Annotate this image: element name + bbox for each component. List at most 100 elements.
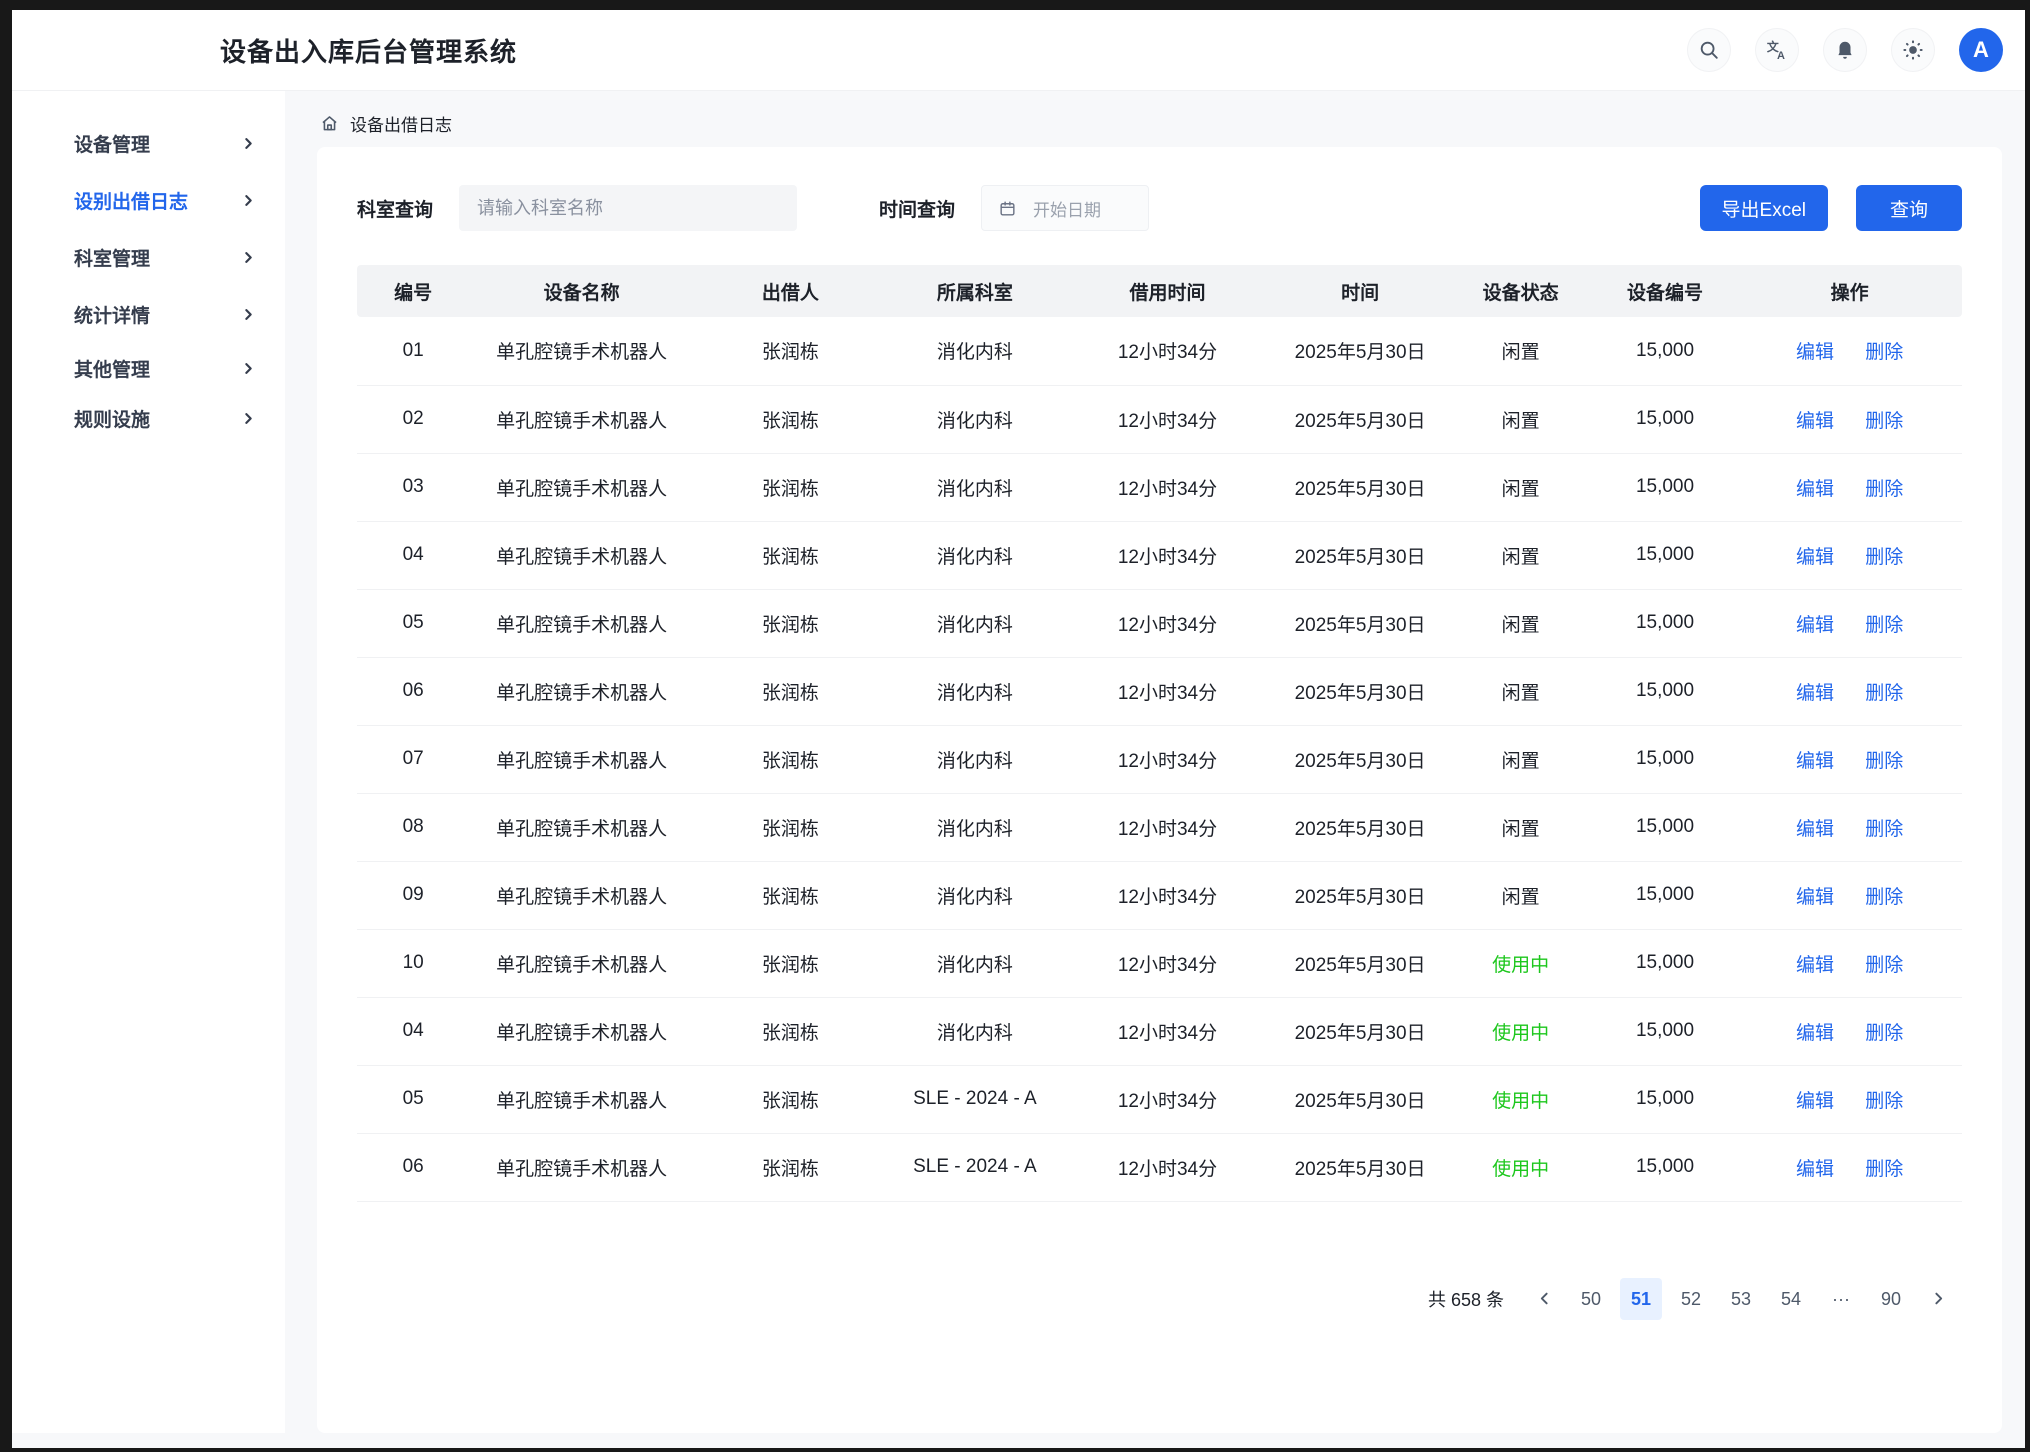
sidebar-item-device-management[interactable]: 设备管理 bbox=[12, 115, 285, 172]
cell-time: 2025年5月30日 bbox=[1272, 1133, 1449, 1201]
cell-borrower: 张润栋 bbox=[694, 385, 887, 453]
delete-link[interactable]: 删除 bbox=[1865, 479, 1903, 500]
edit-link[interactable]: 编辑 bbox=[1796, 1091, 1834, 1112]
cell-device-name: 单孔腔镜手术机器人 bbox=[469, 725, 694, 793]
cell-no: 08 bbox=[357, 793, 469, 861]
translate-icon: 文A bbox=[1766, 39, 1788, 61]
search-button[interactable] bbox=[1687, 28, 1731, 72]
page-button[interactable]: 54 bbox=[1770, 1278, 1812, 1320]
page-button[interactable]: 52 bbox=[1670, 1278, 1712, 1320]
delete-link[interactable]: 删除 bbox=[1865, 1159, 1903, 1180]
cell-borrow-duration: 12小时34分 bbox=[1063, 521, 1272, 589]
brightness-button[interactable] bbox=[1891, 28, 1935, 72]
main-content: 设备出借日志 科室查询 时间查询 开始日期 导出Excel bbox=[285, 91, 2025, 1433]
breadcrumb[interactable]: 设备出借日志 bbox=[317, 99, 2002, 147]
cell-device-no: 15,000 bbox=[1593, 521, 1737, 589]
cell-device-name: 单孔腔镜手术机器人 bbox=[469, 453, 694, 521]
delete-link[interactable]: 删除 bbox=[1865, 411, 1903, 432]
table-body: 01 单孔腔镜手术机器人 张润栋 消化内科 12小时34分 2025年5月30日… bbox=[357, 317, 1962, 1201]
user-avatar[interactable]: A bbox=[1959, 28, 2003, 72]
page-button[interactable]: 50 bbox=[1570, 1278, 1612, 1320]
edit-link[interactable]: 编辑 bbox=[1796, 751, 1834, 772]
notification-button[interactable] bbox=[1823, 28, 1867, 72]
next-page-button[interactable] bbox=[1920, 1279, 1956, 1319]
page-button[interactable]: 53 bbox=[1720, 1278, 1762, 1320]
delete-link[interactable]: 删除 bbox=[1865, 887, 1903, 908]
cell-device-name: 单孔腔镜手术机器人 bbox=[469, 521, 694, 589]
table-row: 03 单孔腔镜手术机器人 张润栋 消化内科 12小时34分 2025年5月30日… bbox=[357, 453, 1962, 521]
cell-device-name: 单孔腔镜手术机器人 bbox=[469, 793, 694, 861]
cell-device-name: 单孔腔镜手术机器人 bbox=[469, 589, 694, 657]
delete-link[interactable]: 删除 bbox=[1865, 615, 1903, 636]
delete-link[interactable]: 删除 bbox=[1865, 547, 1903, 568]
edit-link[interactable]: 编辑 bbox=[1796, 955, 1834, 976]
cell-borrow-duration: 12小时34分 bbox=[1063, 453, 1272, 521]
query-button[interactable]: 查询 bbox=[1856, 185, 1962, 231]
cell-device-no: 15,000 bbox=[1593, 385, 1737, 453]
cell-borrow-duration: 12小时34分 bbox=[1063, 657, 1272, 725]
cell-department: 消化内科 bbox=[887, 793, 1064, 861]
cell-borrower: 张润栋 bbox=[694, 453, 887, 521]
svg-text:A: A bbox=[1777, 50, 1785, 61]
col-header-device-no: 设备编号 bbox=[1593, 265, 1737, 317]
cell-time: 2025年5月30日 bbox=[1272, 453, 1449, 521]
cell-device-name: 单孔腔镜手术机器人 bbox=[469, 317, 694, 385]
cell-department: SLE - 2024 - A bbox=[887, 1133, 1064, 1201]
edit-link[interactable]: 编辑 bbox=[1796, 887, 1834, 908]
sidebar-item-lending-log[interactable]: 设别出借日志 bbox=[12, 172, 285, 229]
cell-borrower: 张润栋 bbox=[694, 317, 887, 385]
cell-department: 消化内科 bbox=[887, 657, 1064, 725]
cell-borrow-duration: 12小时34分 bbox=[1063, 793, 1272, 861]
top-header: 设备出入库后台管理系统 文A A bbox=[12, 10, 2025, 91]
page-button[interactable]: 90 bbox=[1870, 1278, 1912, 1320]
sidebar-item-rule-settings[interactable]: 规则设施 bbox=[12, 393, 285, 443]
cell-device-name: 单孔腔镜手术机器人 bbox=[469, 1065, 694, 1133]
export-excel-button[interactable]: 导出Excel bbox=[1700, 185, 1828, 231]
cell-device-status: 使用中 bbox=[1448, 1065, 1592, 1133]
delete-link[interactable]: 删除 bbox=[1865, 342, 1903, 363]
sidebar-item-department-management[interactable]: 科室管理 bbox=[12, 229, 285, 286]
sidebar-item-statistics[interactable]: 统计详情 bbox=[12, 286, 285, 343]
delete-link[interactable]: 删除 bbox=[1865, 751, 1903, 772]
cell-borrower: 张润栋 bbox=[694, 1065, 887, 1133]
app-body: 设备管理 设别出借日志 科室管理 统计详情 其他管理 规则设施 bbox=[12, 91, 2025, 1448]
edit-link[interactable]: 编辑 bbox=[1796, 819, 1834, 840]
cell-device-name: 单孔腔镜手术机器人 bbox=[469, 1133, 694, 1201]
delete-link[interactable]: 删除 bbox=[1865, 955, 1903, 976]
delete-link[interactable]: 删除 bbox=[1865, 1023, 1903, 1044]
lending-log-table: 编号 设备名称 出借人 所属科室 借用时间 时间 设备状态 设备编号 操作 01… bbox=[357, 265, 1962, 1202]
edit-link[interactable]: 编辑 bbox=[1796, 1159, 1834, 1180]
cell-borrow-duration: 12小时34分 bbox=[1063, 997, 1272, 1065]
edit-link[interactable]: 编辑 bbox=[1796, 1023, 1834, 1044]
prev-page-button[interactable] bbox=[1526, 1279, 1562, 1319]
edit-link[interactable]: 编辑 bbox=[1796, 547, 1834, 568]
cell-device-status: 闲置 bbox=[1448, 793, 1592, 861]
table-row: 05 单孔腔镜手术机器人 张润栋 SLE - 2024 - A 12小时34分 … bbox=[357, 1065, 1962, 1133]
delete-link[interactable]: 删除 bbox=[1865, 683, 1903, 704]
table-row: 04 单孔腔镜手术机器人 张润栋 消化内科 12小时34分 2025年5月30日… bbox=[357, 997, 1962, 1065]
start-date-picker[interactable]: 开始日期 bbox=[981, 185, 1149, 231]
cell-time: 2025年5月30日 bbox=[1272, 929, 1449, 997]
cell-device-status: 闲置 bbox=[1448, 453, 1592, 521]
cell-device-no: 15,000 bbox=[1593, 861, 1737, 929]
edit-link[interactable]: 编辑 bbox=[1796, 615, 1834, 636]
cell-no: 01 bbox=[357, 317, 469, 385]
sidebar-item-label: 设备管理 bbox=[74, 130, 150, 157]
page-button[interactable]: 51 bbox=[1620, 1278, 1662, 1320]
chevron-right-icon bbox=[242, 412, 255, 425]
dept-search-input[interactable] bbox=[459, 185, 797, 231]
cell-device-name: 单孔腔镜手术机器人 bbox=[469, 657, 694, 725]
sidebar-item-label: 规则设施 bbox=[74, 405, 150, 432]
chevron-right-icon bbox=[242, 194, 255, 207]
delete-link[interactable]: 删除 bbox=[1865, 1091, 1903, 1112]
edit-link[interactable]: 编辑 bbox=[1796, 411, 1834, 432]
edit-link[interactable]: 编辑 bbox=[1796, 479, 1834, 500]
bell-icon bbox=[1834, 39, 1856, 61]
dept-query-label: 科室查询 bbox=[357, 195, 433, 222]
translate-button[interactable]: 文A bbox=[1755, 28, 1799, 72]
edit-link[interactable]: 编辑 bbox=[1796, 683, 1834, 704]
delete-link[interactable]: 删除 bbox=[1865, 819, 1903, 840]
cell-department: 消化内科 bbox=[887, 521, 1064, 589]
sidebar-item-other-management[interactable]: 其他管理 bbox=[12, 343, 285, 393]
edit-link[interactable]: 编辑 bbox=[1796, 342, 1834, 363]
